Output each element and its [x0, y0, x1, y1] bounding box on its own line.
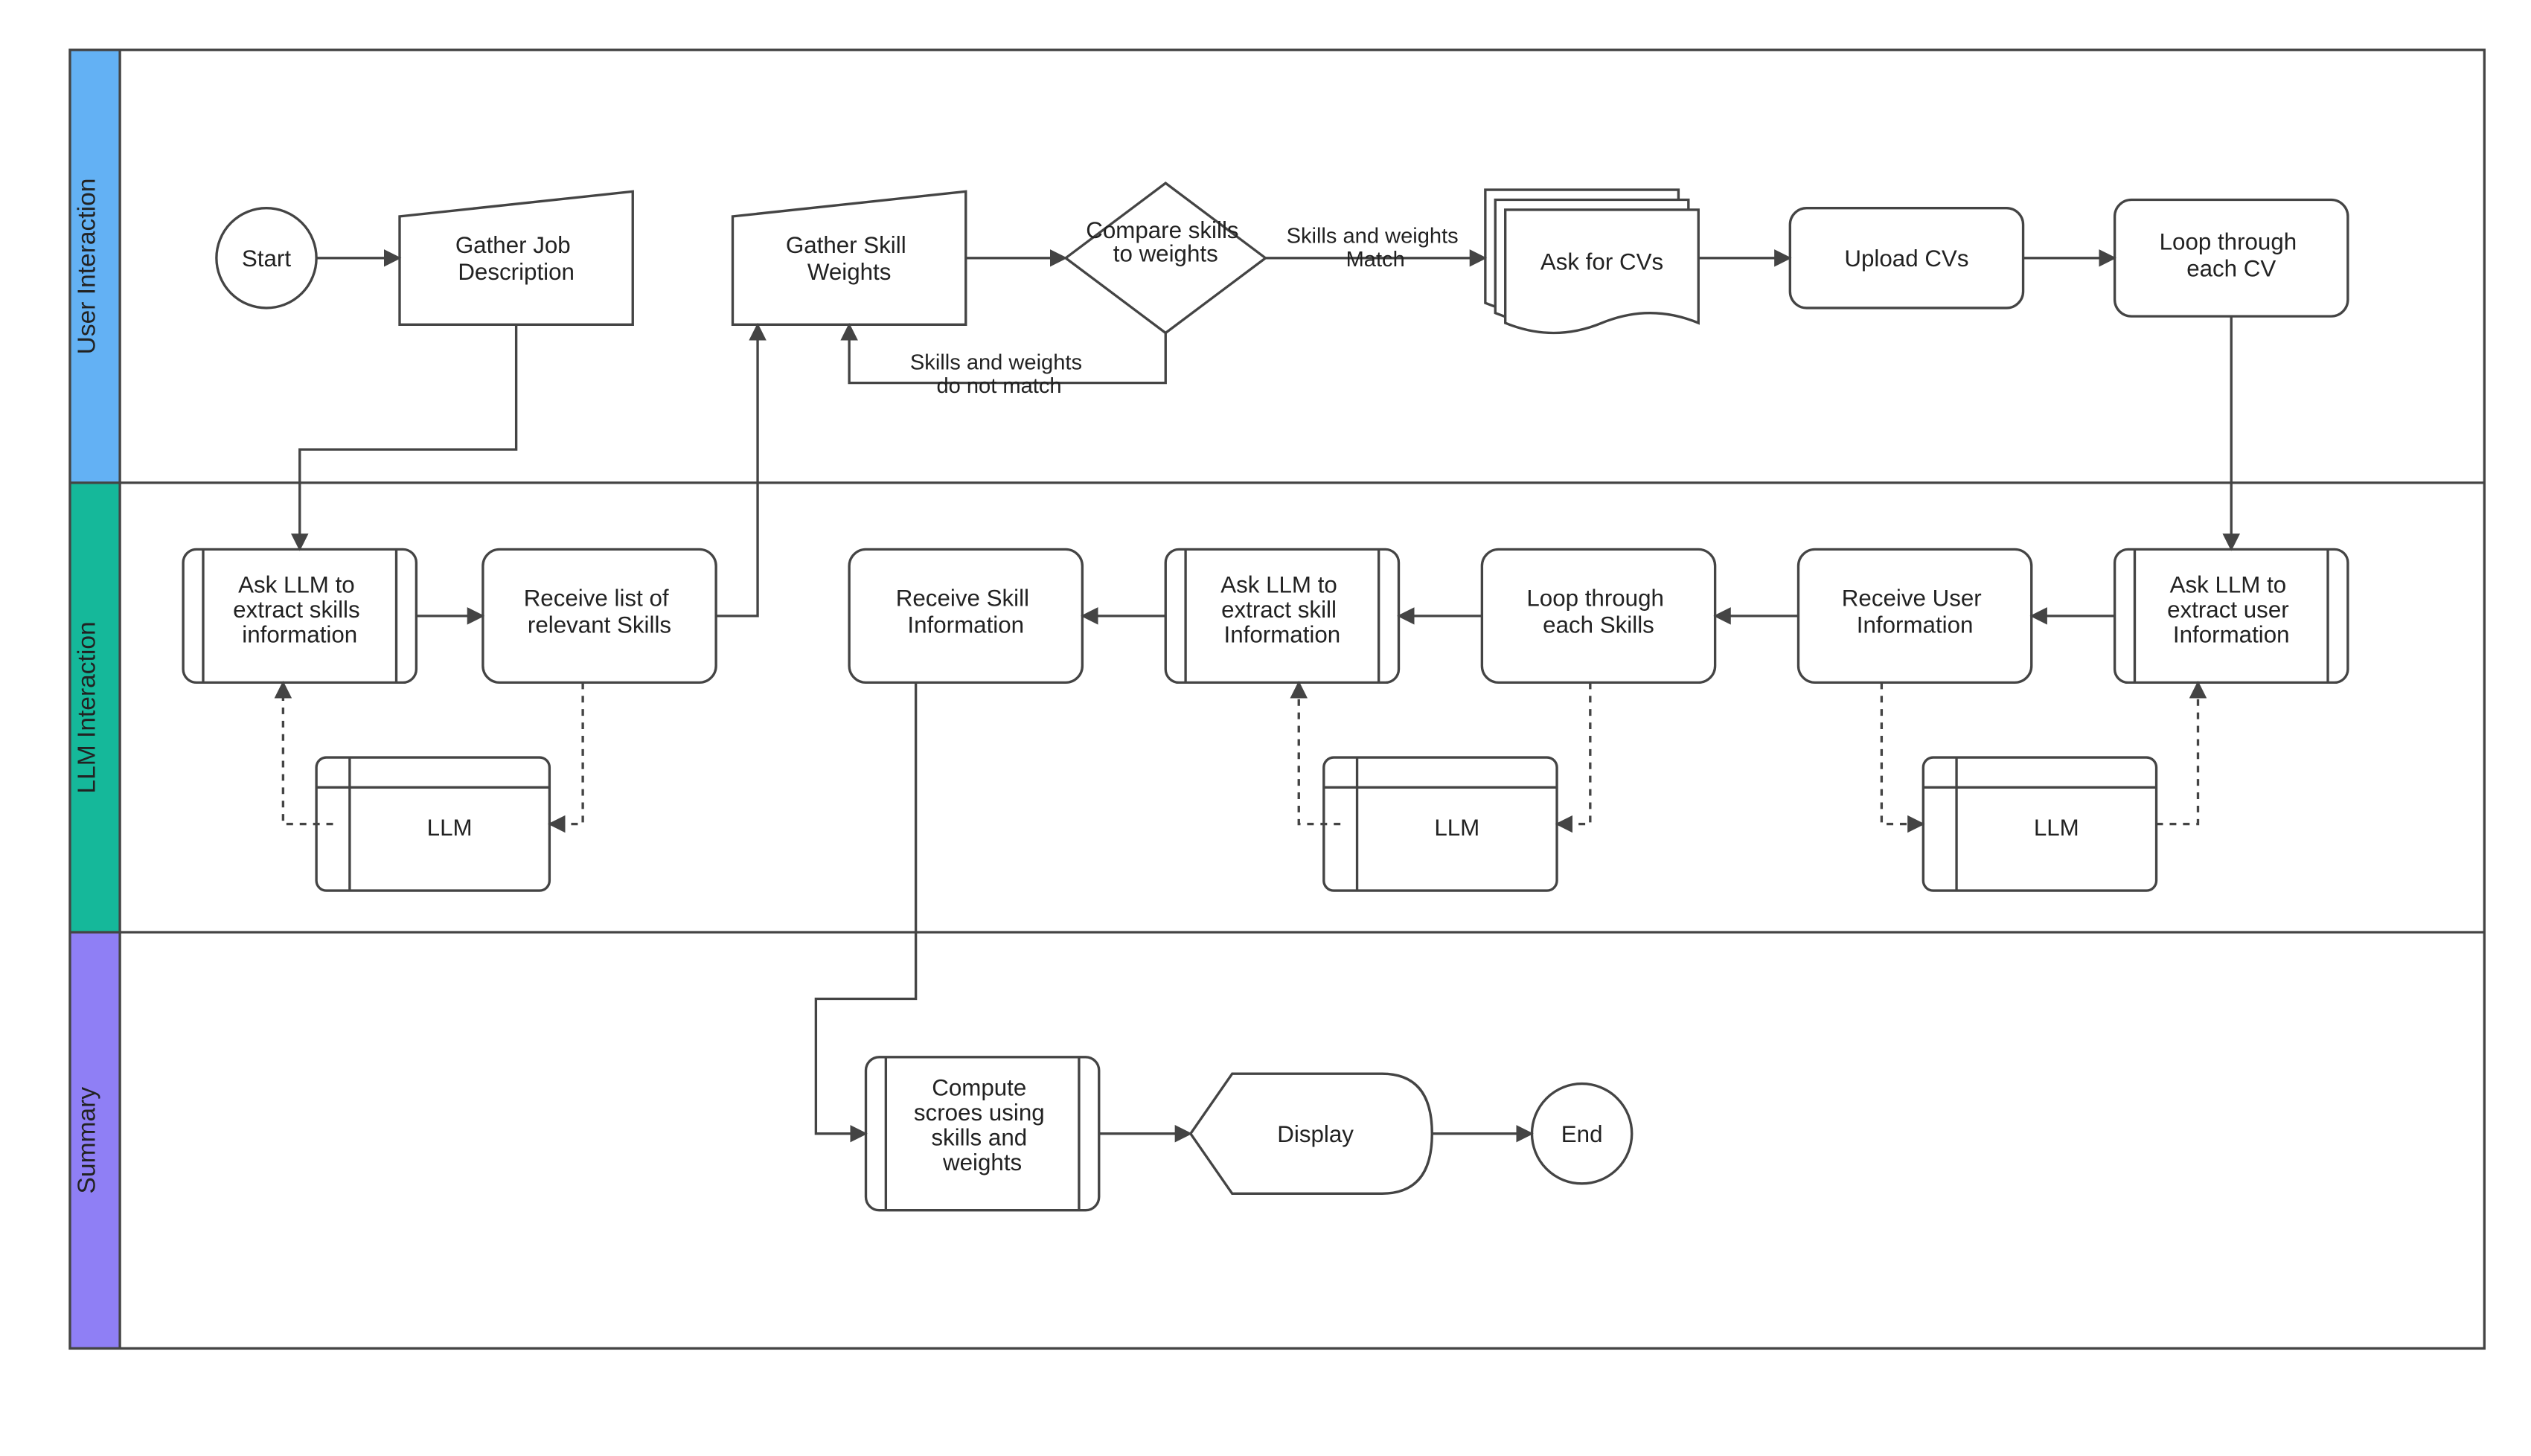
svg-text:Receive list of relevant: Receive list of relevant Skills: [524, 585, 676, 638]
node-compute-scores: Compute scroes using skills and weights: [866, 1057, 1099, 1210]
svg-text:Loop through each Skills: Loop through each Skills: [1526, 585, 1670, 638]
svg-text:Upload CVs: Upload CVs: [1844, 246, 1968, 272]
node-upload-cvs: Upload CVs: [1790, 208, 2023, 308]
lane-llm-label: LLM Interaction: [74, 621, 101, 793]
svg-text:Receive Skill Informatio: Receive Skill Information: [896, 585, 1036, 638]
svg-text:LLM: LLM: [2034, 815, 2079, 841]
node-ask-extract-skills: Ask LLM to extract skills information: [183, 549, 416, 682]
edge-recvuser-llm3: [1881, 682, 1923, 824]
svg-text:LLM: LLM: [1434, 815, 1479, 841]
node-recv-skill-info: Receive Skill Information: [849, 549, 1082, 682]
node-end: End: [1532, 1084, 1632, 1184]
node-llm-1: LLM: [316, 757, 549, 891]
lane-user-label: User Interaction: [74, 179, 101, 355]
edge-loopskills-llm2: [1557, 682, 1590, 824]
svg-text:Ask LLM to extract user: Ask LLM to extract user Information: [2167, 572, 2295, 648]
svg-text:Gather Job Description: Gather Job Description: [455, 232, 577, 285]
node-llm-3: LLM: [1923, 757, 2156, 891]
edge-label-nomatch: Skills and weights do not match: [910, 351, 1088, 398]
svg-text:Ask for CVs: Ask for CVs: [1540, 248, 1663, 275]
edge-recvskills-weights: [716, 324, 758, 616]
node-ask-cvs: Ask for CVs: [1485, 190, 1698, 333]
node-recv-user-info: Receive User Information: [1799, 549, 2032, 682]
edge-llm3-askuser: [2157, 682, 2198, 824]
node-gather-weights: Gather Skill Weights: [733, 191, 966, 324]
node-start: Start: [217, 208, 316, 308]
node-display: Display: [1191, 1074, 1432, 1193]
node-loop-cvs: Loop through each CV: [2115, 200, 2348, 317]
svg-text:LLM: LLM: [427, 815, 473, 841]
svg-text:Ask LLM to extract skill: Ask LLM to extract skill Information: [1220, 572, 1343, 648]
edge-label-match: Skills and weights Match: [1287, 225, 1465, 272]
node-compare: Compare skills to weights: [1066, 183, 1266, 333]
node-ask-extract-skill: Ask LLM to extract skill Information: [1165, 549, 1398, 682]
edge-jd-askskills: [300, 324, 516, 549]
node-ask-extract-user: Ask LLM to extract user Information: [2115, 549, 2348, 682]
svg-text:Display: Display: [1277, 1121, 1354, 1147]
node-recv-skills-list: Receive list of relevant Skills: [483, 549, 716, 682]
svg-text:Start: Start: [242, 246, 291, 272]
lane-summary-label: Summary: [74, 1087, 101, 1194]
node-gather-jd: Gather Job Description: [400, 191, 633, 324]
svg-text:End: End: [1561, 1121, 1603, 1147]
svg-text:Receive User Information: Receive User Information: [1842, 585, 1988, 638]
svg-text:Ask LLM to extract skill: Ask LLM to extract skills information: [233, 572, 366, 648]
edge-recvskills-llm1: [549, 682, 583, 824]
node-llm-2: LLM: [1324, 757, 1557, 891]
node-loop-skills: Loop through each Skills: [1482, 549, 1715, 682]
flowchart-svg: User Interaction LLM Interaction Summary…: [0, 0, 2531, 1399]
